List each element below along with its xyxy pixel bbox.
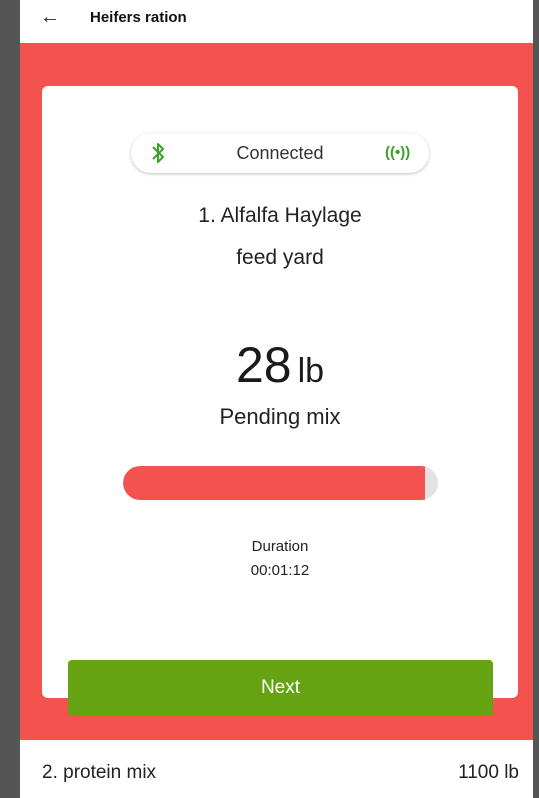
current-ingredient-card: Connected ((•)) 1. Alfalfa Haylage feed … bbox=[42, 86, 518, 716]
next-ingredient-name: 2. protein mix bbox=[42, 762, 157, 783]
arrow-left-icon[interactable]: ← bbox=[40, 6, 60, 28]
ingredient-name: 1. Alfalfa Haylage bbox=[198, 204, 362, 227]
weight-value: 28 bbox=[235, 337, 292, 393]
duration-label: Duration bbox=[251, 538, 309, 555]
connection-status-pill[interactable]: Connected ((•)) bbox=[131, 133, 429, 173]
mix-status: Pending mix bbox=[219, 404, 341, 429]
next-ingredient-row[interactable]: 2. protein mix 1100 lb bbox=[20, 740, 533, 798]
next-button[interactable]: Next bbox=[68, 660, 493, 716]
right-edge bbox=[533, 0, 539, 798]
weight-readout: 28 lb bbox=[42, 336, 518, 394]
app-bar: ← Heifers ration bbox=[20, 0, 533, 43]
next-ingredient-weight: 1100 lb bbox=[458, 762, 519, 783]
broadcast-signal-icon: ((•)) bbox=[385, 144, 411, 161]
duration-value: 00:01:12 bbox=[250, 562, 310, 579]
progress-bar bbox=[123, 466, 438, 500]
mix-status-panel: Connected ((•)) 1. Alfalfa Haylage feed … bbox=[20, 43, 533, 740]
left-edge bbox=[0, 0, 20, 798]
page-title: Heifers ration bbox=[90, 9, 187, 26]
weight-unit: lb bbox=[297, 352, 325, 390]
progress-fill bbox=[123, 466, 426, 500]
ingredient-location: feed yard bbox=[236, 246, 324, 269]
